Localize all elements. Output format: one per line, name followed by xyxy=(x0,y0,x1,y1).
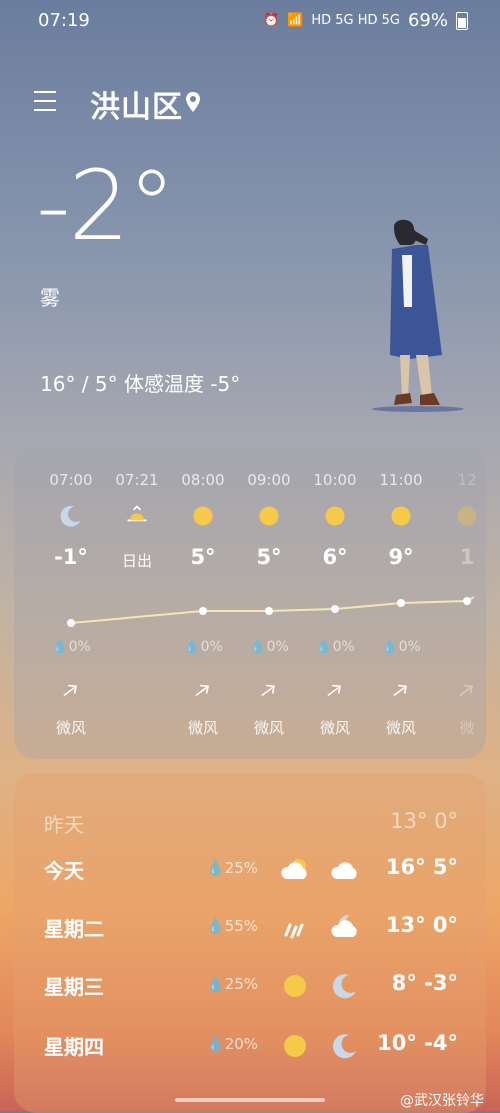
day-temperatures: 13° 0° xyxy=(390,809,458,833)
watermark: @武汉张铃华 xyxy=(400,1093,484,1109)
hour-wind: 微风 xyxy=(55,719,86,737)
hour-temperature: 1 xyxy=(459,545,475,569)
moon-icon xyxy=(60,505,81,527)
hour-precip: 💧0% xyxy=(183,639,223,655)
hour-wind: 微风 xyxy=(319,719,350,737)
daily-row[interactable]: 星期三 💧25% 8° -3° xyxy=(14,971,486,1011)
current-temperature: -2° xyxy=(36,150,176,262)
hourly-forecast-card[interactable]: 07:00 -1° 💧0% 微风 07:21 日出 08:00 5° 💧0% 微风 09:00 5° 💧… xyxy=(14,447,486,759)
status-bar: 07:19 ⏰ 📶 HD 5G HD 5G 69% xyxy=(0,10,500,34)
location-pin-icon xyxy=(186,92,200,112)
sun-icon xyxy=(325,506,345,526)
hour-time: 07:00 xyxy=(49,471,93,489)
wifi-icon: 📶 xyxy=(287,13,304,28)
daily-row[interactable]: 今天 💧25% 16° 5° xyxy=(14,855,486,895)
hour-time: 07:21 xyxy=(115,471,159,489)
city-name[interactable]: 洪山区 xyxy=(90,82,183,126)
hour-time: 08:00 xyxy=(181,471,225,489)
battery-icon xyxy=(456,11,468,30)
hour-wind: 微风 xyxy=(385,719,416,737)
menu-icon[interactable] xyxy=(34,91,56,111)
hour-wind: 微风 xyxy=(253,719,284,737)
day-name: 星期二 xyxy=(44,917,104,941)
daily-forecast-card[interactable]: 昨天 13° 0° 今天 💧25% 16° 5° 星期二 💧55% 13° 0° 星期三 💧25%… xyxy=(14,773,486,1113)
hour-temperature: 6° xyxy=(322,545,348,569)
sun-icon xyxy=(391,506,411,526)
hour-time: 10:00 xyxy=(313,471,357,489)
sun-icon xyxy=(259,506,279,526)
sunrise-icon xyxy=(127,505,147,522)
day-name: 今天 xyxy=(44,859,84,883)
day-precip: 💧25% xyxy=(206,859,259,877)
moon-icon xyxy=(332,974,356,999)
person-illustration xyxy=(372,219,464,412)
hour-temperature: -1° xyxy=(54,545,88,569)
wind-direction-icon xyxy=(63,684,78,696)
cloud-icon xyxy=(331,862,357,879)
day-name: 星期四 xyxy=(44,1035,104,1059)
temperature-point xyxy=(67,619,75,627)
hour-precip: 💧0% xyxy=(315,639,355,655)
hour-precip: 💧0% xyxy=(249,639,289,655)
wind-direction-icon xyxy=(327,684,342,696)
hour-time: 12 xyxy=(457,471,477,489)
current-condition: 雾 xyxy=(40,286,60,310)
hour-time: 09:00 xyxy=(247,471,291,489)
status-time: 07:19 xyxy=(38,10,90,31)
temperature-point xyxy=(265,607,273,615)
home-indicator[interactable] xyxy=(175,1098,325,1102)
hour-precip: 💧0% xyxy=(51,639,91,655)
temperature-point xyxy=(463,597,471,605)
day-precip: 💧55% xyxy=(206,917,259,935)
sun-icon xyxy=(284,1035,306,1057)
moon-icon xyxy=(332,1034,356,1059)
sun-icon xyxy=(193,506,213,526)
battery-percent: 69% xyxy=(407,10,448,31)
day-temperatures: 8° -3° xyxy=(391,971,458,995)
wind-direction-icon xyxy=(459,684,474,696)
partly-cloudy-icon xyxy=(281,859,307,879)
temperature-curve xyxy=(67,596,475,627)
daily-row[interactable]: 星期四 💧20% 10° -4° xyxy=(14,1031,486,1071)
network-label: HD 5G HD 5G xyxy=(311,13,400,28)
temperature-point xyxy=(397,599,405,607)
sun-icon xyxy=(284,975,306,997)
hour-temperature: 5° xyxy=(190,545,216,569)
alarm-icon: ⏰ xyxy=(262,13,280,28)
status-icons: ⏰ 📶 HD 5G HD 5G 69% xyxy=(263,10,468,31)
daily-row[interactable]: 星期二 💧55% 13° 0° xyxy=(14,913,486,953)
hour-temperature: 9° xyxy=(388,545,414,569)
day-name: 星期三 xyxy=(44,975,104,999)
wind-direction-icon xyxy=(261,684,276,696)
sun-icon xyxy=(457,506,477,526)
hour-time: 11:00 xyxy=(379,471,423,489)
day-precip: 💧20% xyxy=(206,1035,259,1053)
day-temperatures: 10° -4° xyxy=(377,1031,458,1055)
hour-temperature: 5° xyxy=(256,545,282,569)
temperature-point xyxy=(199,607,207,615)
day-temperatures: 13° 0° xyxy=(385,913,458,937)
rain-icon xyxy=(284,923,304,939)
cloudy-moon-icon xyxy=(331,914,358,937)
hour-temperature: 日出 xyxy=(121,552,152,570)
day-name: 昨天 xyxy=(44,813,84,837)
temperature-summary: 16° / 5° 体感温度 -5° xyxy=(40,372,241,396)
daily-row[interactable]: 昨天 13° 0° xyxy=(14,809,486,849)
day-temperatures: 16° 5° xyxy=(385,855,458,879)
temperature-point xyxy=(331,605,339,613)
hour-wind: 微 xyxy=(459,719,475,737)
hour-precip: 💧0% xyxy=(381,639,421,655)
hour-wind: 微风 xyxy=(187,719,218,737)
wind-direction-icon xyxy=(393,684,408,696)
wind-direction-icon xyxy=(195,684,210,696)
day-precip: 💧25% xyxy=(206,975,259,993)
